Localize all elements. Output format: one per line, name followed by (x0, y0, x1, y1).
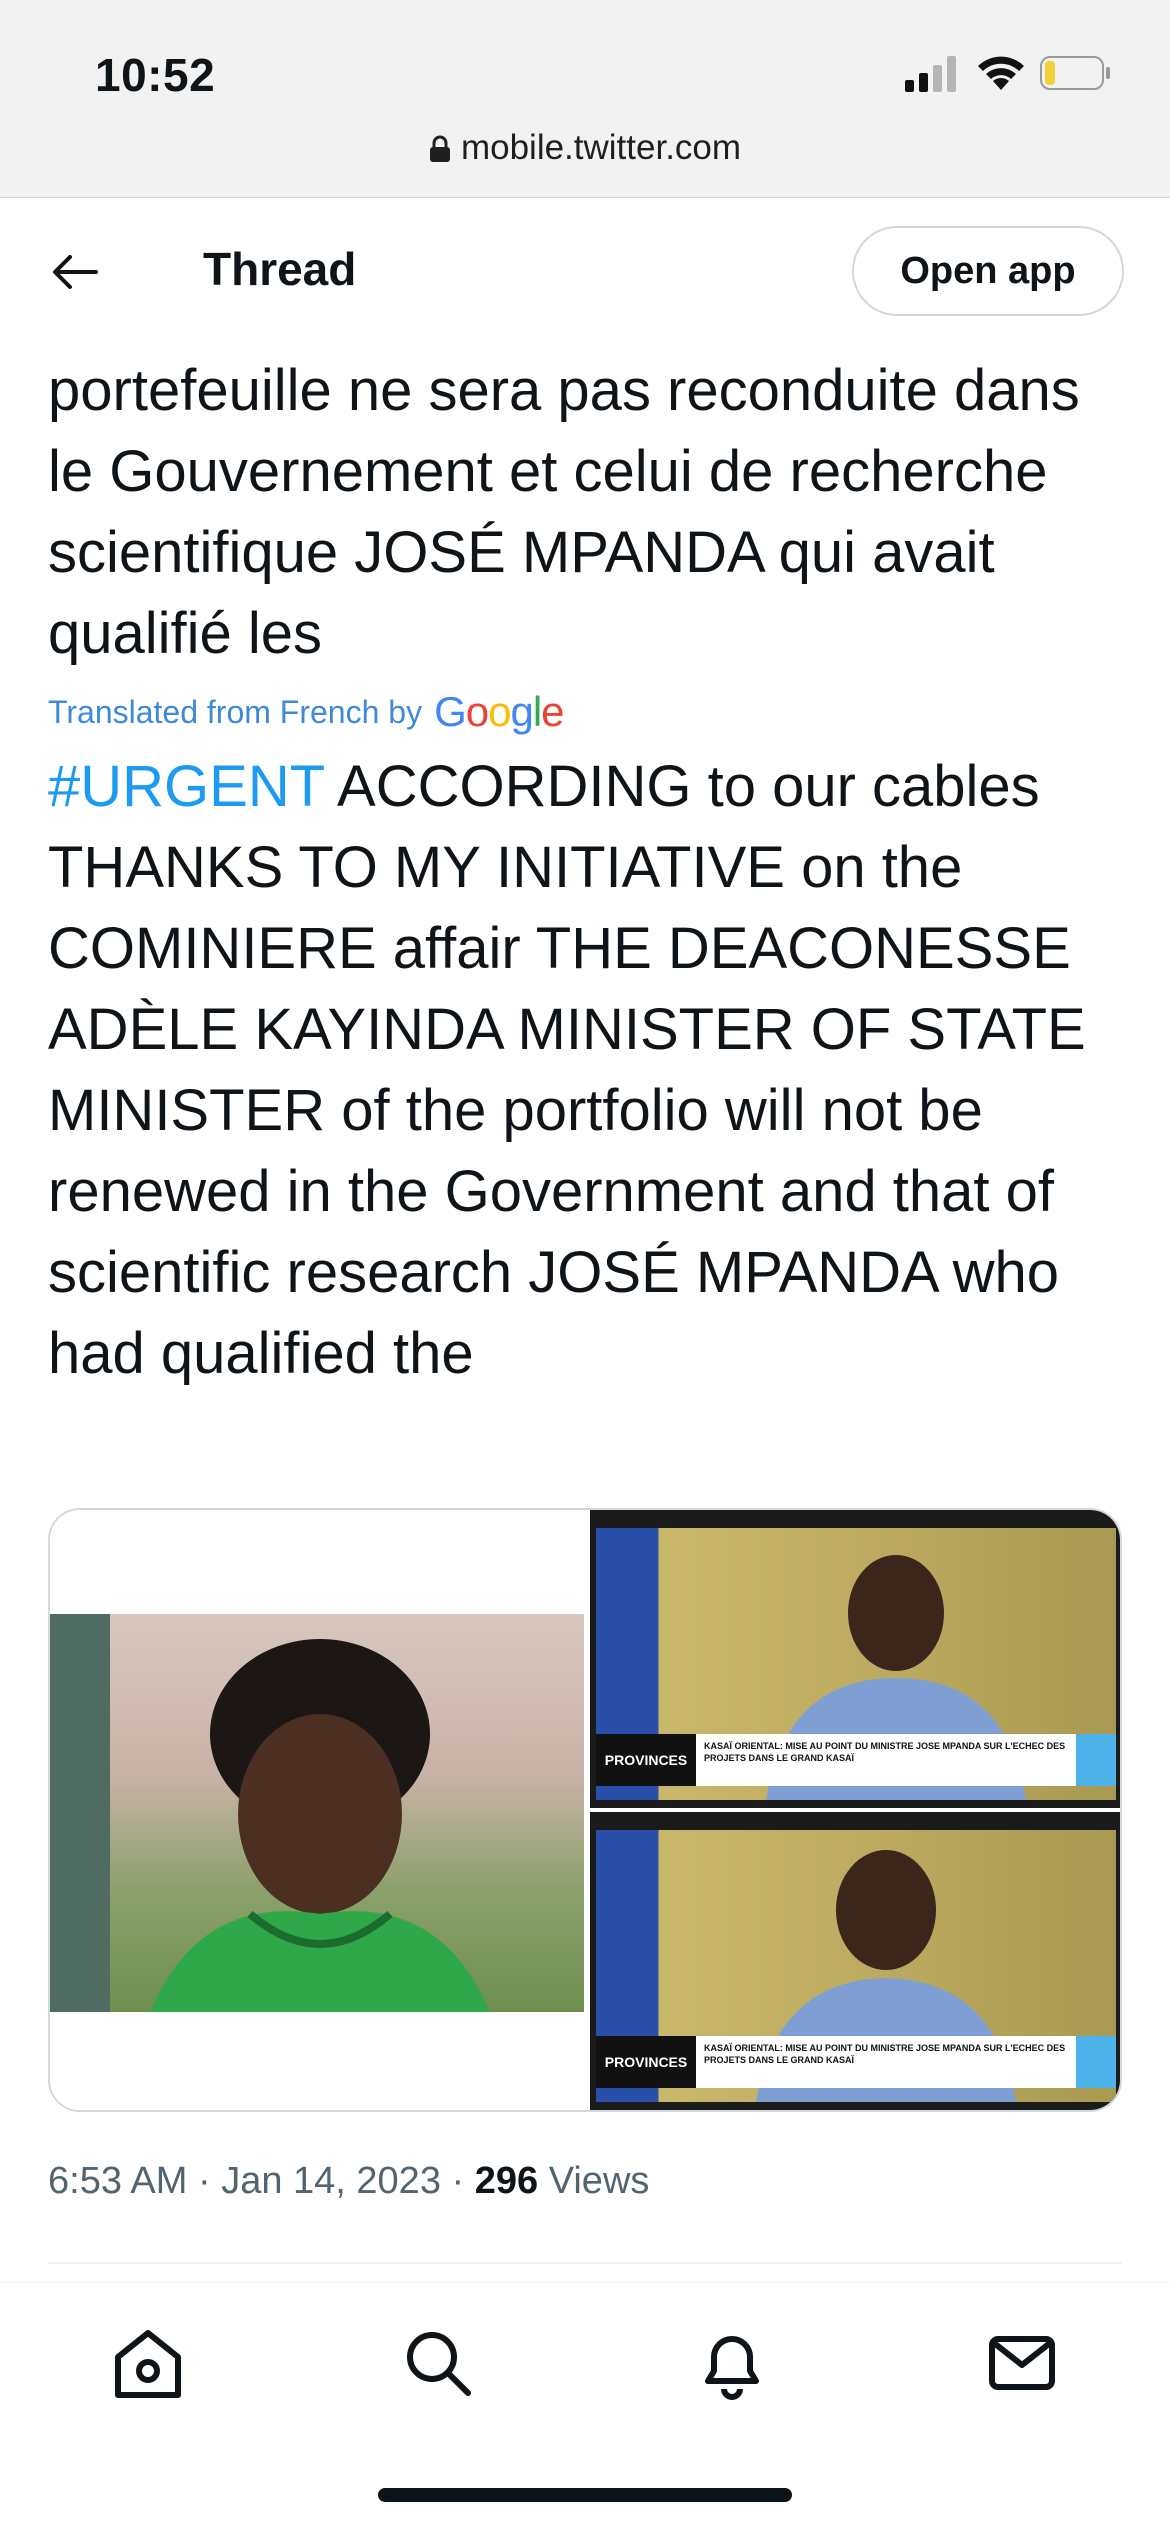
meta-separator: · (451, 2160, 475, 2202)
status-time: 10:52 (95, 49, 216, 101)
lock-icon (429, 135, 450, 162)
views-label: Views (548, 2160, 650, 2202)
ios-status-bar: 10:52 mobile.twitter.com (0, 0, 1170, 198)
tweet-time[interactable]: 6:53 AM (48, 2160, 187, 2202)
url-text: mobile.twitter.com (460, 128, 742, 167)
google-logo: Google (434, 688, 564, 735)
lower-third-tag: PROVINCES (596, 1734, 696, 1786)
meta-separator: · (197, 2160, 222, 2202)
mail-icon[interactable] (982, 2323, 1062, 2403)
media-photo-2[interactable]: PROVINCES KASAÏ ORIENTAL: MISE AU POINT … (590, 1510, 1120, 1808)
translation-attribution[interactable]: Translated from French by Google (48, 688, 565, 736)
lower-third-accent (1076, 2036, 1116, 2088)
tweet-date[interactable]: Jan 14, 2023 (221, 2160, 441, 2202)
photo-woman-portrait (50, 1614, 584, 2012)
translation-label: Translated from French by (48, 693, 423, 730)
tweet-translated-text: #URGENT ACCORDING to our cables THANKS T… (48, 746, 1122, 1394)
tweet-original-text: portefeuille ne sera pas reconduite dans… (48, 358, 1080, 666)
tweet-meta: 6:53 AM · Jan 14, 2023 · 296 Views (48, 2160, 649, 2203)
bell-icon[interactable] (692, 2323, 772, 2403)
media-photo-3[interactable]: PROVINCES KASAÏ ORIENTAL: MISE AU POINT … (590, 1812, 1120, 2110)
hashtag-link[interactable]: #URGENT (48, 754, 324, 819)
page-title: Thread (203, 243, 357, 295)
tweet-media-grid: PROVINCES KASAÏ ORIENTAL: MISE AU POINT … (48, 1508, 1122, 2112)
lower-third-accent (1076, 1734, 1116, 1786)
media-photo-1[interactable] (50, 1510, 586, 2110)
home-indicator[interactable] (378, 2488, 792, 2502)
battery-icon (1040, 56, 1110, 90)
news-lower-third: PROVINCES KASAÏ ORIENTAL: MISE AU POINT … (596, 1734, 1116, 1786)
views-count: 296 (474, 2160, 539, 2202)
lower-third-caption: KASAÏ ORIENTAL: MISE AU POINT DU MINISTR… (696, 1734, 1076, 1786)
address-bar[interactable]: mobile.twitter.com (0, 128, 1170, 168)
home-icon[interactable] (108, 2323, 188, 2403)
lower-third-tag: PROVINCES (596, 2036, 696, 2088)
back-arrow-icon[interactable] (46, 244, 102, 300)
news-lower-third: PROVINCES KASAÏ ORIENTAL: MISE AU POINT … (596, 2036, 1116, 2088)
divider (48, 2262, 1122, 2264)
cellular-signal-icon (905, 56, 956, 92)
open-app-button[interactable]: Open app (852, 226, 1124, 316)
search-icon[interactable] (398, 2323, 478, 2403)
portrait-illustration (50, 1614, 490, 2012)
lower-third-caption: KASAÏ ORIENTAL: MISE AU POINT DU MINISTR… (696, 2036, 1076, 2088)
tweet-translated-body: ACCORDING to our cables THANKS TO MY INI… (48, 754, 1086, 1386)
wifi-icon (978, 56, 1024, 90)
thread-header: Thread Open app (0, 198, 1170, 346)
